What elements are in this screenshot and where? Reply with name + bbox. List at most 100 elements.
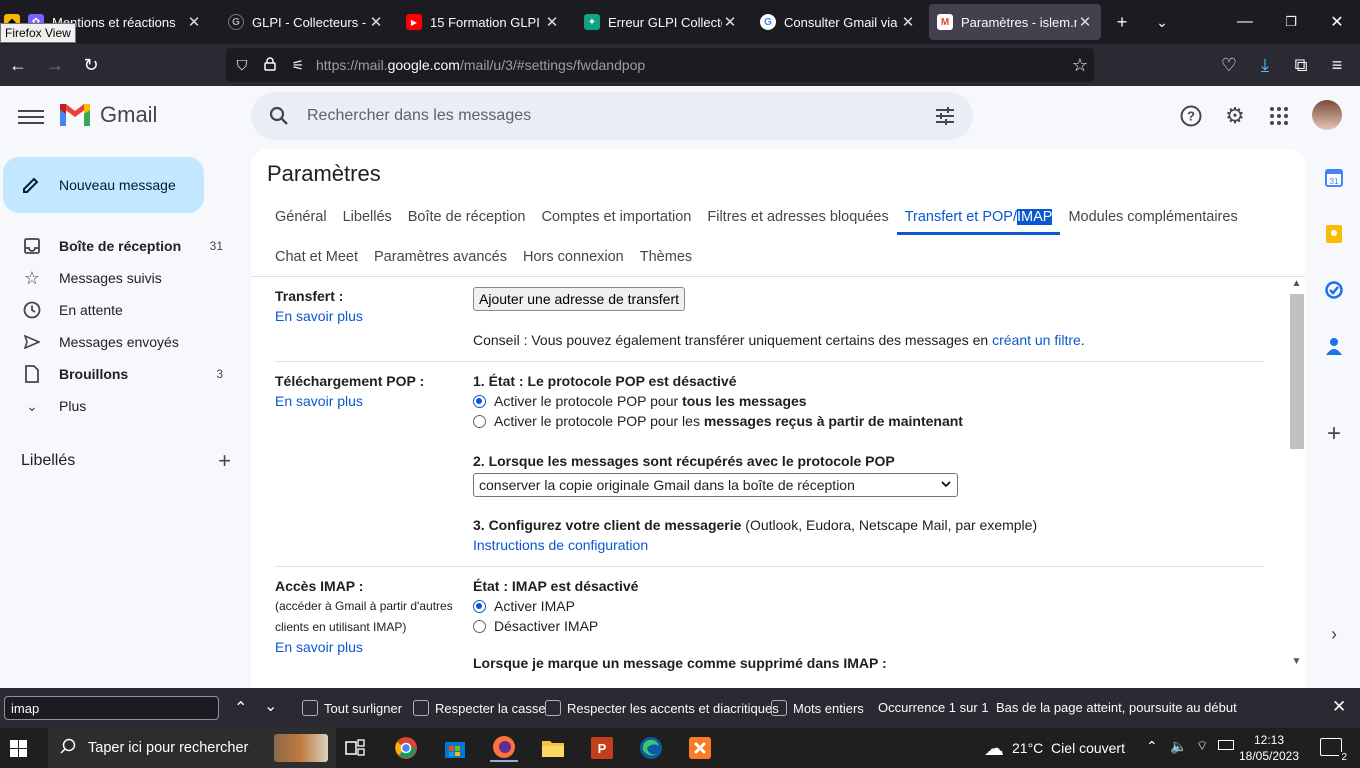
list-tabs-chevron-icon[interactable]: ⌄	[1148, 8, 1176, 36]
clock[interactable]: 12:13 18/05/2023	[1238, 732, 1300, 764]
downloads-icon[interactable]: ⤓	[1251, 51, 1279, 79]
compose-button[interactable]: Nouveau message	[3, 157, 204, 213]
firefox-icon[interactable]	[490, 734, 518, 762]
find-close-icon[interactable]: ✕	[1332, 697, 1346, 717]
sidebar-item-snoozed[interactable]: En attente	[0, 294, 240, 326]
tab-filters[interactable]: Filtres et adresses bloquées	[707, 209, 888, 235]
get-addons-plus-icon[interactable]: +	[1324, 420, 1344, 447]
tab-offline[interactable]: Hors connexion	[523, 249, 624, 275]
find-previous-icon[interactable]: ⌃	[234, 698, 247, 718]
wifi-icon[interactable]: ⌔	[1196, 738, 1208, 754]
notifications-icon[interactable]: 2	[1320, 738, 1349, 763]
forward-arrow-icon[interactable]: →	[41, 51, 69, 79]
minimize-icon[interactable]: —	[1222, 0, 1268, 44]
sidebar-item-more[interactable]: ⌄ Plus	[0, 390, 240, 422]
apps-grid-icon[interactable]	[1265, 102, 1293, 130]
reload-icon[interactable]: ↻	[77, 51, 105, 79]
find-input[interactable]: imap	[4, 696, 219, 720]
create-filter-link[interactable]: créant un filtre	[992, 332, 1081, 348]
checkbox[interactable]	[413, 700, 429, 716]
highlight-all-checkbox[interactable]: Tout surligner	[302, 700, 402, 716]
sidebar-item-starred[interactable]: ☆ Messages suivis	[0, 262, 240, 294]
close-icon[interactable]: ✕	[900, 13, 916, 31]
keep-icon[interactable]	[1324, 224, 1344, 244]
tab-youtube[interactable]: ▶ 15 Formation GLPI || Gl ✕	[398, 4, 568, 40]
show-hidden-icons-chevron-icon[interactable]: ⌃	[1146, 738, 1158, 755]
calendar-icon[interactable]: 31	[1324, 168, 1344, 188]
store-icon[interactable]	[441, 734, 469, 762]
tab-gmail-settings[interactable]: M Paramètres - islem.nas ✕	[929, 4, 1101, 40]
permissions-icon[interactable]: ⚟	[284, 57, 312, 74]
tab-labels[interactable]: Libellés	[343, 209, 392, 235]
radio-selected[interactable]	[473, 600, 486, 613]
tab-google-search[interactable]: G Consulter Gmail via d'a ✕	[752, 4, 924, 40]
contacts-icon[interactable]	[1324, 336, 1344, 356]
weather-text[interactable]: 21°C Ciel couvert	[1012, 740, 1125, 756]
close-icon[interactable]: ✕	[722, 13, 738, 31]
radio-selected[interactable]	[473, 395, 486, 408]
add-label-plus-icon[interactable]: +	[218, 448, 231, 474]
tab-glpi-collecteurs[interactable]: G GLPI - Collecteurs - 2 ✕	[220, 4, 392, 40]
imap-disable-option[interactable]: Désactiver IMAP	[473, 618, 598, 634]
checkbox[interactable]	[302, 700, 318, 716]
taskbar-search-box[interactable]: Taper ici pour rechercher	[48, 728, 336, 768]
search-icon[interactable]	[251, 106, 307, 126]
find-next-icon[interactable]: ⌄	[264, 696, 277, 716]
radio-unselected[interactable]	[473, 415, 486, 428]
match-case-checkbox[interactable]: Respecter la casse	[413, 700, 546, 716]
battery-icon[interactable]	[1218, 740, 1234, 750]
tab-themes[interactable]: Thèmes	[640, 249, 692, 275]
settings-gear-icon[interactable]: ⚙	[1221, 102, 1249, 130]
search-input[interactable]: Taper ici pour rechercher	[88, 740, 248, 756]
shield-icon[interactable]: ⛉	[228, 57, 256, 74]
back-arrow-icon[interactable]: ←	[4, 51, 32, 79]
restore-icon[interactable]: ❐	[1268, 0, 1314, 44]
tab-general[interactable]: Général	[275, 209, 327, 235]
settings-scrollbar[interactable]: ▲ ▼	[1288, 278, 1305, 672]
help-icon[interactable]: ?	[1177, 102, 1205, 130]
tab-addons[interactable]: Modules complémentaires	[1068, 209, 1237, 235]
tab-forwarding-pop-imap[interactable]: Transfert et POP/IMAP	[896, 209, 1061, 235]
tab-accounts[interactable]: Comptes et importation	[541, 209, 691, 235]
xampp-icon[interactable]	[686, 734, 714, 762]
lock-icon[interactable]	[256, 56, 284, 74]
pop-action-select[interactable]: conserver la copie originale Gmail dans …	[473, 473, 958, 497]
pocket-icon[interactable]: ♡	[1215, 51, 1243, 79]
search-bar[interactable]: Rechercher dans les messages	[251, 92, 973, 140]
new-tab-plus-icon[interactable]: +	[1108, 8, 1136, 36]
imap-learn-more-link[interactable]: En savoir plus	[275, 639, 363, 655]
config-instructions-link[interactable]: Instructions de configuration	[473, 537, 648, 553]
radio-unselected[interactable]	[473, 620, 486, 633]
window-close-icon[interactable]: ✕	[1314, 0, 1360, 44]
imap-enable-option[interactable]: Activer IMAP	[473, 598, 575, 614]
close-icon[interactable]: ✕	[186, 13, 202, 31]
volume-icon[interactable]: 🔈	[1170, 738, 1187, 755]
whole-words-checkbox[interactable]: Mots entiers	[771, 700, 864, 716]
search-options-icon[interactable]	[917, 107, 973, 125]
powerpoint-icon[interactable]: P	[588, 734, 616, 762]
match-diacritics-checkbox[interactable]: Respecter les accents et diacritiques	[545, 700, 779, 716]
task-view-icon[interactable]	[341, 734, 369, 762]
close-icon[interactable]: ✕	[544, 13, 560, 31]
pop-option-all[interactable]: Activer le protocole POP pour tous les m…	[473, 393, 807, 409]
chrome-icon[interactable]	[392, 734, 420, 762]
bookmark-star-icon[interactable]: ☆	[1072, 55, 1088, 76]
sidebar-item-drafts[interactable]: Brouillons 3	[0, 358, 240, 390]
search-input[interactable]: Rechercher dans les messages	[307, 107, 917, 125]
edge-icon[interactable]	[637, 734, 665, 762]
pop-option-from-now[interactable]: Activer le protocole POP pour les messag…	[473, 413, 963, 429]
tab-advanced[interactable]: Paramètres avancés	[374, 249, 507, 275]
menu-icon[interactable]: ≡	[1323, 51, 1351, 79]
forwarding-learn-more-link[interactable]: En savoir plus	[275, 308, 363, 324]
close-icon[interactable]: ✕	[368, 13, 384, 31]
close-icon[interactable]: ✕	[1077, 13, 1093, 31]
tab-chat-meet[interactable]: Chat et Meet	[275, 249, 358, 275]
sidebar-item-sent[interactable]: Messages envoyés	[0, 326, 240, 358]
checkbox[interactable]	[545, 700, 561, 716]
windows-start-icon[interactable]	[4, 734, 32, 762]
weather-cloud-icon[interactable]: ☁	[980, 734, 1008, 762]
sidebar-item-inbox[interactable]: Boîte de réception 31	[0, 230, 240, 262]
gmail-logo[interactable]: Gmail	[58, 102, 157, 128]
show-side-panel-chevron-icon[interactable]: ›	[1324, 624, 1344, 644]
extensions-icon[interactable]: ⧉	[1287, 51, 1315, 79]
